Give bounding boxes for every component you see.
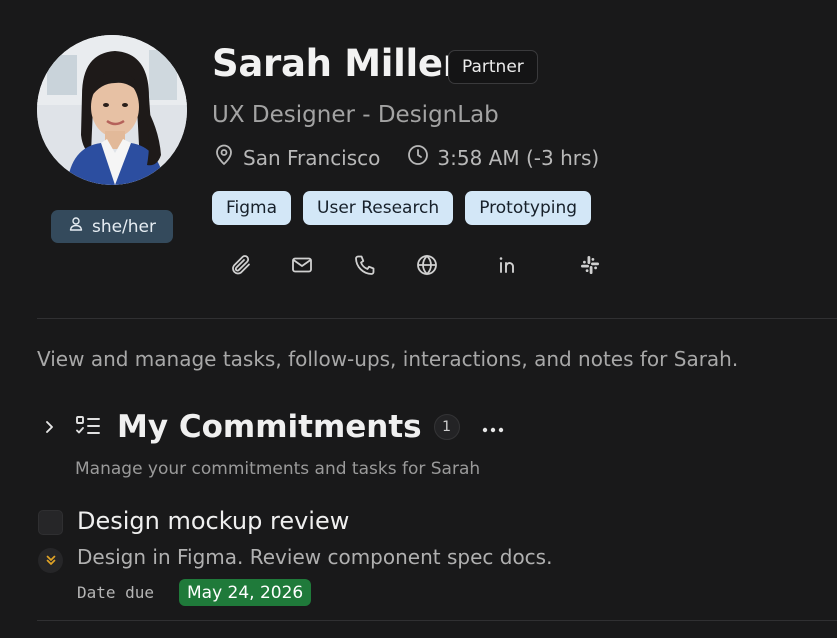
location: San Francisco — [212, 143, 380, 172]
tag[interactable]: Prototyping — [465, 191, 592, 225]
local-time: 3:58 AM (-3 hrs) — [406, 143, 599, 172]
chevron-right-icon[interactable] — [37, 415, 61, 439]
slack-icon — [578, 253, 602, 281]
phone-button[interactable] — [348, 250, 382, 284]
slack-button[interactable] — [573, 250, 607, 284]
more-options-button[interactable] — [478, 412, 508, 442]
tag[interactable]: Figma — [212, 191, 292, 225]
priority-indicator — [38, 548, 63, 573]
attachment-button[interactable] — [224, 250, 258, 284]
divider — [37, 620, 837, 621]
local-time-text: 3:58 AM (-3 hrs) — [437, 145, 600, 170]
divider — [37, 318, 837, 319]
task-title[interactable]: Design mockup review — [77, 507, 349, 535]
section-subtitle: Manage your commitments and tasks for Sa… — [75, 459, 481, 479]
contact-actions — [224, 250, 614, 284]
pronouns-badge: she/her — [51, 210, 173, 243]
skill-tags: Figma User Research Prototyping — [212, 191, 592, 225]
map-pin-icon — [212, 143, 236, 172]
location-text: San Francisco — [243, 145, 381, 170]
paperclip-icon — [229, 253, 253, 281]
checklist-icon — [73, 412, 103, 442]
count-badge: 1 — [433, 414, 460, 440]
person-icon — [68, 216, 84, 237]
due-date-badge[interactable]: May 24, 2026 — [179, 579, 312, 606]
relationship-badge: Partner — [448, 50, 538, 84]
due-label: Date due — [77, 583, 155, 602]
mail-icon — [290, 253, 314, 281]
more-horizontal-icon — [482, 418, 504, 437]
email-button[interactable] — [285, 250, 319, 284]
contact-meta: San Francisco 3:58 AM (-3 hrs) — [212, 143, 599, 172]
tag[interactable]: User Research — [303, 191, 454, 225]
linkedin-icon — [496, 253, 520, 281]
job-title: UX Designer - DesignLab — [212, 102, 499, 128]
task-description: Design in Figma. Review component spec d… — [77, 545, 553, 569]
task-checkbox[interactable] — [38, 510, 63, 535]
double-chevron-down-icon — [45, 551, 57, 570]
linkedin-button[interactable] — [491, 250, 525, 284]
clock-icon — [406, 143, 430, 172]
pronouns-text: she/her — [91, 216, 157, 237]
avatar — [37, 35, 187, 185]
section-title: My Commitments — [117, 409, 422, 445]
contact-name: Sarah Miller — [212, 42, 461, 85]
website-button[interactable] — [410, 250, 444, 284]
page-description: View and manage tasks, follow-ups, inter… — [37, 347, 739, 371]
commitments-header: My Commitments 1 — [37, 405, 508, 449]
phone-icon — [353, 253, 377, 281]
globe-icon — [415, 253, 439, 281]
